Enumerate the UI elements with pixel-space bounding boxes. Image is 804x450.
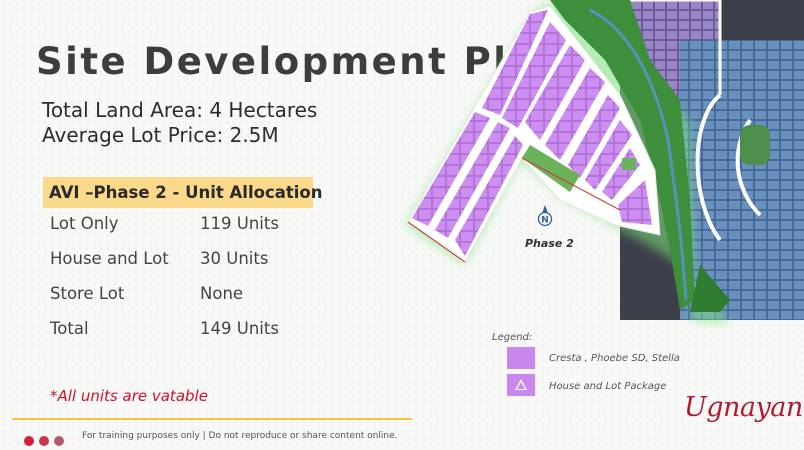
north-arrow-icon: N — [537, 205, 553, 227]
allocation-label: Store Lot — [50, 284, 125, 303]
allocation-value: None — [200, 284, 244, 303]
allocation-label: Total — [50, 319, 89, 338]
house-and-lot-swatch — [507, 374, 535, 396]
allocation-value: 119 Units — [200, 214, 279, 233]
brand-logo: Ugnayan — [684, 392, 803, 423]
allocation-value: 149 Units — [200, 319, 279, 338]
triangle-icon — [515, 379, 527, 390]
land-stats: Total Land Area: 4 Hectares Average Lot … — [42, 98, 317, 148]
dot-icon — [24, 436, 34, 446]
legend-item-label: Cresta , Phoebe SD, Stella — [549, 353, 680, 364]
phase-label: Phase 2 — [525, 237, 574, 250]
lot-swatch-icon — [507, 347, 535, 369]
footer-disclaimer: For training purposes only | Do not repr… — [82, 431, 398, 441]
site-map: N — [390, 0, 804, 330]
dot-icon — [39, 436, 49, 446]
footer-divider — [12, 418, 412, 420]
lot-price-text: Average Lot Price: 2.5M — [42, 123, 279, 147]
allocation-header: AVI –Phase 2 - Unit Allocation — [43, 177, 323, 208]
dot-icon — [54, 436, 64, 446]
legend-title: Legend: — [492, 332, 533, 343]
allocation-value: 30 Units — [200, 249, 269, 268]
land-area-text: Total Land Area: 4 Hectares — [42, 98, 318, 122]
footer-dots — [24, 431, 69, 450]
slide: Site Development Plan Total Land Area: 4… — [0, 0, 804, 450]
vat-note: *All units are vatable — [50, 387, 208, 405]
allocation-label: Lot Only — [50, 214, 119, 233]
north-letter: N — [541, 216, 549, 226]
legend-item-label: House and Lot Package — [549, 381, 667, 392]
allocation-label: House and Lot — [50, 249, 169, 268]
